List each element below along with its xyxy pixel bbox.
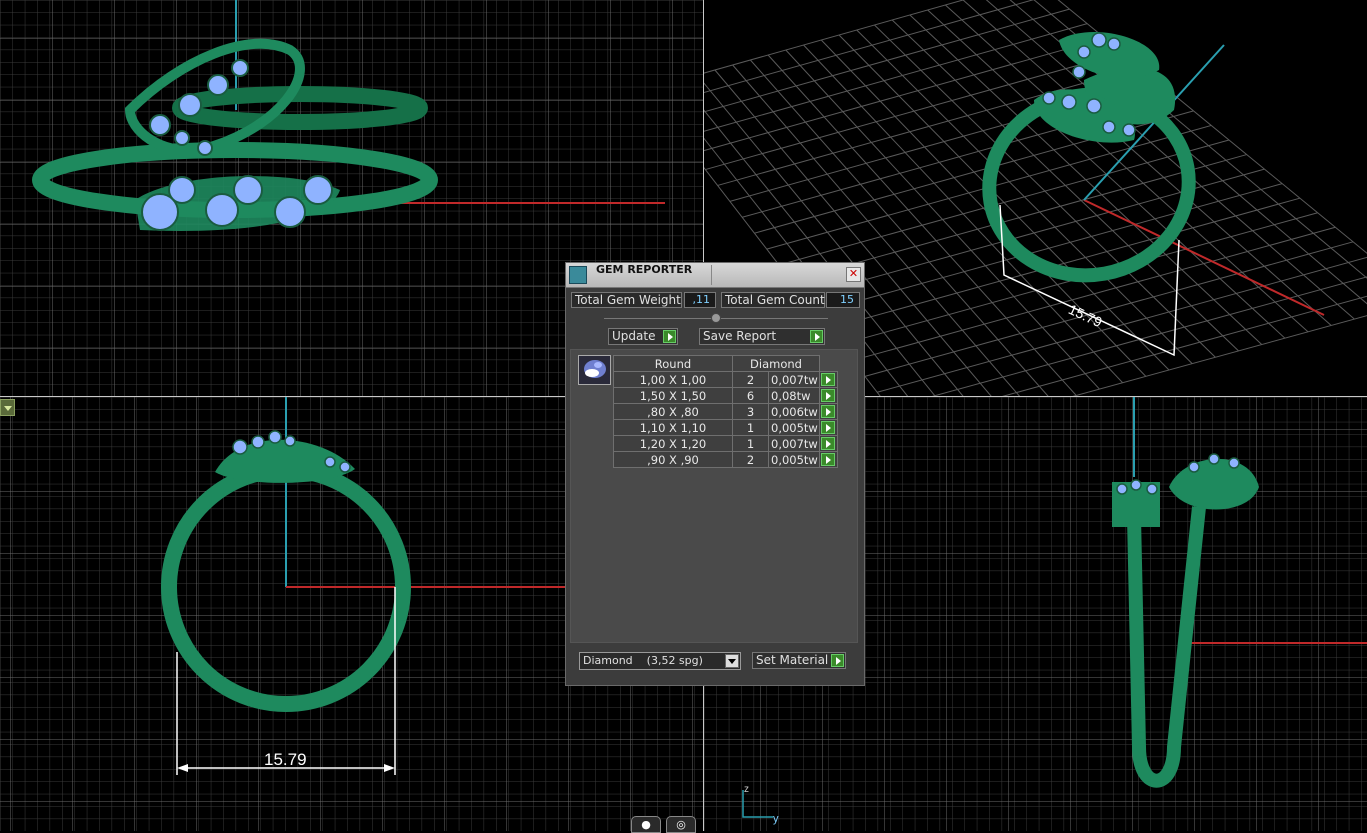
gem-size-cell: ,80 X ,80: [613, 403, 733, 420]
chevron-down-icon[interactable]: [725, 654, 739, 668]
play-arrow-icon: [821, 405, 835, 418]
gem-qty-cell: 3: [732, 403, 769, 420]
save-report-button[interactable]: Save Report: [699, 328, 825, 345]
gem-qty-cell: 6: [732, 387, 769, 404]
play-arrow-icon: [810, 330, 823, 343]
table-row[interactable]: 1,20 X 1,20 1 0,007tw: [613, 435, 838, 452]
gem-weight-cell: 0,08tw: [768, 387, 820, 404]
gem-size-cell: 1,20 X 1,20: [613, 435, 733, 452]
total-gem-count-label: Total Gem Count: [721, 292, 825, 308]
play-arrow-icon: [821, 389, 835, 402]
gem-qty-cell: 2: [732, 371, 769, 388]
row-select-button[interactable]: [819, 403, 838, 420]
gem-weight-cell: 0,005tw: [768, 451, 820, 468]
gem-qty-cell: 1: [732, 435, 769, 452]
save-report-label: Save Report: [703, 329, 777, 343]
row-select-button[interactable]: [819, 371, 838, 388]
row-select-button[interactable]: [819, 419, 838, 436]
row-select-button[interactable]: [819, 435, 838, 452]
total-gem-count-value: 15: [826, 292, 860, 308]
gem-list-panel: Round Diamond 1,00 X 1,00 2 0,007tw 1,50 X …: [570, 349, 858, 643]
close-icon[interactable]: ✕: [846, 267, 861, 282]
dimension-label: 15.79: [1066, 301, 1105, 330]
gem-table: Round Diamond 1,00 X 1,00 2 0,007tw 1,50 X …: [613, 355, 838, 468]
collapse-knob[interactable]: [711, 313, 721, 323]
view-tool-button[interactable]: ●: [631, 816, 661, 833]
material-select[interactable]: Diamond (3,52 spg): [579, 652, 741, 670]
axis-z-label: z: [744, 784, 749, 795]
dimension-label: 15.79: [264, 750, 307, 769]
set-material-label: Set Material: [756, 653, 829, 667]
material-select-value: Diamond (3,52 spg): [583, 654, 703, 667]
gem-size-cell: ,90 X ,90: [613, 451, 733, 468]
gem-qty-cell: 1: [732, 419, 769, 436]
set-material-button[interactable]: Set Material: [752, 652, 846, 669]
row-select-button[interactable]: [819, 451, 838, 468]
gem-qty-cell: 2: [732, 451, 769, 468]
viewport-menu-button[interactable]: [0, 399, 15, 416]
update-button[interactable]: Update: [608, 328, 678, 345]
gem-weight-cell: 0,005tw: [768, 419, 820, 436]
gem-size-cell: 1,10 X 1,10: [613, 419, 733, 436]
play-arrow-icon: [821, 421, 835, 434]
shape-header: Round: [613, 355, 733, 372]
axis-triad: z y: [742, 784, 779, 825]
gem-reporter-dialog: GEM REPORTER ✕ Total Gem Weight ,11 Tota…: [565, 262, 865, 686]
x-axis-line: [1083, 199, 1325, 316]
orbit-tool-button[interactable]: ◎: [666, 816, 696, 833]
table-row[interactable]: 1,10 X 1,10 1 0,005tw: [613, 419, 838, 436]
play-arrow-icon: [821, 373, 835, 386]
gem-weight-cell: 0,007tw: [768, 435, 820, 452]
gem-size-cell: 1,00 X 1,00: [613, 371, 733, 388]
table-row[interactable]: ,80 X ,80 3 0,006tw: [613, 403, 838, 420]
play-arrow-icon: [821, 453, 835, 466]
material-header: Diamond: [732, 355, 820, 372]
table-row[interactable]: 1,50 X 1,50 6 0,08tw: [613, 387, 838, 404]
dialog-title: GEM REPORTER: [596, 263, 693, 276]
title-separator: [711, 265, 712, 285]
round-gem-icon[interactable]: [578, 355, 611, 385]
total-gem-weight-value: ,11: [684, 292, 716, 308]
total-gem-weight-label: Total Gem Weight: [571, 292, 682, 308]
play-arrow-icon: [821, 437, 835, 450]
table-row[interactable]: ,90 X ,90 2 0,005tw: [613, 451, 838, 468]
row-select-button[interactable]: [819, 387, 838, 404]
gem-reporter-app-icon: [569, 266, 587, 284]
play-arrow-icon: [663, 330, 676, 343]
play-arrow-icon: [831, 654, 844, 667]
table-row[interactable]: 1,00 X 1,00 2 0,007tw: [613, 371, 838, 388]
gem-weight-cell: 0,007tw: [768, 371, 820, 388]
axis-y-label: y: [773, 813, 779, 825]
gem-size-cell: 1,50 X 1,50: [613, 387, 733, 404]
dialog-title-bar[interactable]: GEM REPORTER ✕: [566, 263, 864, 288]
gem-weight-cell: 0,006tw: [768, 403, 820, 420]
update-label: Update: [612, 329, 656, 343]
